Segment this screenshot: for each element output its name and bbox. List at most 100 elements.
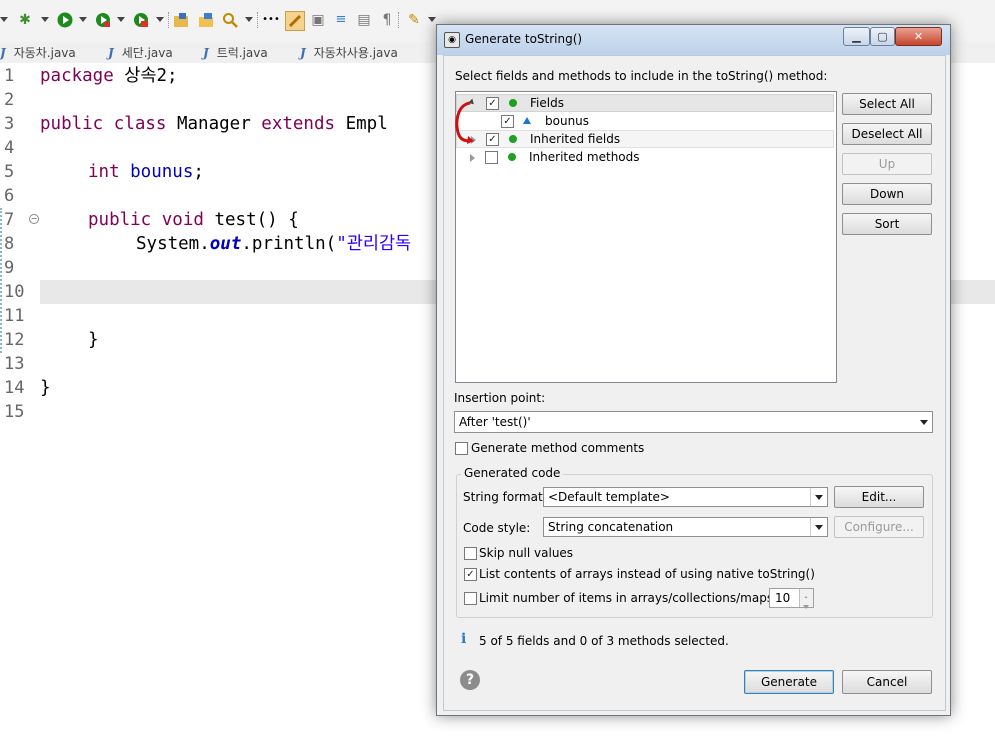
show-whitespace-icon[interactable]: ▤ [355,11,373,29]
insertion-point-value: After 'test()' [459,415,531,429]
limit-items-label[interactable]: Limit number of items in arrays/collecti… [479,591,789,605]
down-button[interactable]: Down [842,183,932,205]
java-file-icon: J [300,45,306,60]
generated-code-title: Generated code [461,466,564,480]
tree-row-bounus[interactable]: ✓ bounus [456,112,834,130]
spinner-down-button[interactable] [799,598,813,609]
open-type-icon[interactable] [197,11,215,29]
inherited-fields-checkbox[interactable]: ✓ [486,133,499,146]
skip-null-label[interactable]: Skip null values [479,546,573,560]
code-line-1: package 상속2; [40,66,178,86]
string-format-select[interactable]: <Default template> [543,487,828,507]
minimize-icon: ▁ [852,30,861,43]
list-arrays-label[interactable]: List contents of arrays instead of using… [479,567,815,581]
toolbar-dropdown-arrow[interactable] [0,17,8,22]
limit-items-spinner[interactable]: 10 [769,588,814,609]
word-wrap-icon[interactable]: ≡ [332,11,350,29]
tab-label: 자동차사용.java [313,46,398,60]
external-tools-icon[interactable] [132,11,150,29]
method-comments-label[interactable]: Generate method comments [471,441,644,455]
limit-items-checkbox[interactable] [464,592,477,605]
java-file-icon: J [0,45,6,60]
method-comments-checkbox[interactable] [455,442,468,455]
help-icon[interactable]: ? [460,670,480,690]
tree-label-inherited-methods: Inherited methods [529,150,640,164]
code-line-3: public class Manager extends Empl [40,114,388,134]
line-number: 9 [4,258,15,278]
fold-collapse-icon[interactable]: − [29,214,39,224]
block-selection-icon[interactable]: ▣ [309,11,327,29]
maximize-button[interactable]: ▢ [870,27,895,46]
paragraph-icon[interactable]: ¶ [378,11,396,29]
bounus-checkbox[interactable]: ✓ [501,115,514,128]
debug-dropdown-arrow[interactable] [41,17,49,22]
tree-row-fields[interactable]: ✓ Fields [456,94,834,112]
run-icon[interactable] [56,11,74,29]
cancel-button[interactable]: Cancel [842,670,932,694]
toolbar-separator [168,12,171,28]
java-file-icon: J [203,45,209,60]
up-button[interactable]: Up [842,153,932,175]
external-tools-dropdown-arrow[interactable] [156,17,164,22]
sort-button[interactable]: Sort [842,213,932,235]
tab-car-usage[interactable]: J 자동차사용.java [300,42,398,63]
line-number: 2 [4,90,15,110]
dialog-content: Select fields and methods to include in … [443,55,946,711]
mark-occurrences-icon[interactable] [285,11,305,31]
tab-truck[interactable]: J 트럭.java [203,42,268,63]
next-annotation-icon[interactable]: ✎ [405,11,423,29]
list-arrays-checkbox[interactable]: ✓ [464,568,477,581]
line-number: 4 [4,138,15,158]
debug-icon[interactable]: ✱ [16,11,34,29]
java-file-icon: J [108,45,114,60]
chevron-down-icon [815,525,823,530]
tree-label-fields: Fields [530,96,564,110]
code-line-5: int bounus; [88,162,204,182]
skip-null-checkbox[interactable] [464,547,477,560]
tab-label: 자동차.java [13,46,76,60]
configure-button[interactable]: Configure... [834,516,924,538]
tree-row-inherited-methods[interactable]: Inherited methods [456,148,834,166]
dialog-title: Generate toString() [465,32,583,46]
generate-tostring-dialog: ◉ Generate toString() ▁ ▢ ✕ Select field… [436,24,951,716]
deselect-all-button[interactable]: Deselect All [842,123,932,145]
code-line-7: public void test() { [88,210,299,230]
annotation-dropdown-arrow[interactable] [428,17,436,22]
close-button[interactable]: ✕ [895,27,942,46]
inherited-methods-checkbox[interactable] [485,151,498,164]
spinner-up-button[interactable] [799,589,813,600]
run-coverage-icon[interactable] [94,11,112,29]
info-icon: i [461,631,467,647]
search-icon[interactable] [221,11,239,29]
toggle-breadcrumb-icon[interactable]: ••• [262,11,280,29]
line-number: 13 [4,354,25,374]
generate-button[interactable]: Generate [744,670,834,694]
coverage-dropdown-arrow[interactable] [117,17,125,22]
line-number: 12 [4,330,25,350]
tree-label-bounus: bounus [545,114,590,128]
public-field-icon [509,99,517,107]
search-dropdown-arrow[interactable] [245,17,253,22]
run-dropdown-arrow[interactable] [79,17,87,22]
expand-closed-icon[interactable] [470,154,475,162]
dialog-title-bar[interactable]: ◉ Generate toString() ▁ ▢ ✕ [437,25,950,55]
tab-car[interactable]: J 자동차.java [0,42,76,63]
line-number: 3 [4,114,15,134]
select-all-button[interactable]: Select All [842,93,932,115]
fields-checkbox[interactable]: ✓ [486,97,499,110]
code-style-value: String concatenation [548,520,674,534]
insertion-point-select[interactable]: After 'test()' [454,411,933,433]
chevron-down-icon [920,420,928,425]
code-style-label: Code style: [463,521,531,535]
fields-methods-tree[interactable]: ✓ Fields ✓ bounus ✓ Inherited fields Inh… [455,91,837,383]
tree-row-inherited-fields[interactable]: ✓ Inherited fields [456,130,834,148]
tab-sedan[interactable]: J 세단.java [108,42,173,63]
new-java-project-icon[interactable] [173,11,191,29]
line-number: 5 [4,162,15,182]
edit-template-button[interactable]: Edit... [834,486,924,508]
line-number: 15 [4,402,25,422]
minimize-button[interactable]: ▁ [843,27,870,46]
code-style-select[interactable]: String concatenation [543,517,828,537]
string-format-label: String format: [463,490,547,504]
selection-status: 5 of 5 fields and 0 of 3 methods selecte… [479,634,729,648]
